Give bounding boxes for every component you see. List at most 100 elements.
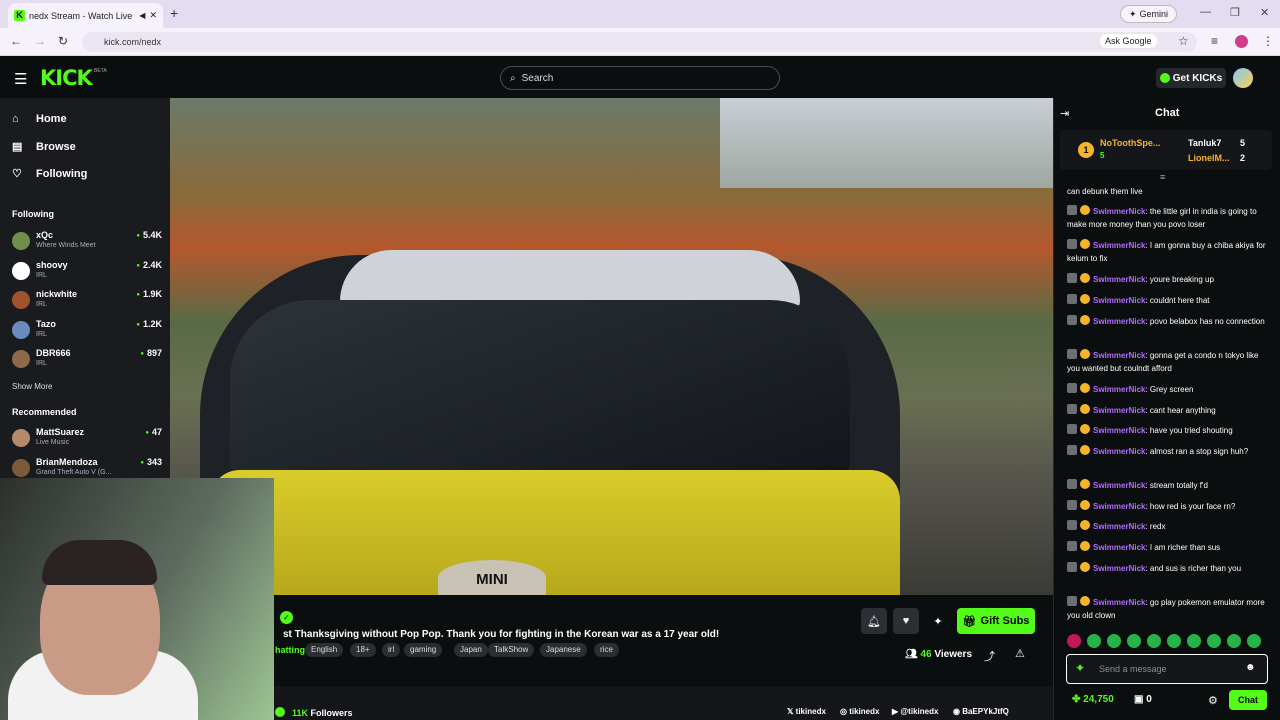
emote-icon[interactable] xyxy=(1187,634,1201,648)
emote-icon[interactable] xyxy=(1227,634,1241,648)
sidebar-channel-dbr666[interactable]: DBR666 IRL 897 xyxy=(12,348,162,376)
ask-google-button[interactable]: Ask Google xyxy=(1100,34,1157,48)
minimize-icon[interactable]: — xyxy=(1200,6,1211,18)
sidebar-channel-shoovy[interactable]: shoovyIRL 2.4K xyxy=(12,260,162,288)
search-input[interactable]: ⌕ Search xyxy=(500,66,780,90)
tag-chip[interactable]: TalkShow xyxy=(488,643,535,657)
gift-balance[interactable]: ▣ 0 xyxy=(1134,694,1152,705)
tag-chip[interactable]: 18+ xyxy=(350,643,376,657)
sidebar-item-browse[interactable]: ▤ Browse xyxy=(12,140,76,154)
back-icon[interactable]: ← xyxy=(10,34,22,48)
send-chat-button[interactable]: Chat xyxy=(1229,690,1267,710)
channel-category: IRL xyxy=(36,360,47,367)
bookmark-star-icon[interactable]: ☆ xyxy=(1178,34,1189,48)
close-window-icon[interactable]: ✕ xyxy=(1260,6,1269,19)
emote-icon[interactable] xyxy=(1207,634,1221,648)
leader-name[interactable]: LionelM... xyxy=(1188,153,1230,163)
gift-subs-button[interactable]: 🎁︎ Gift Subs xyxy=(957,608,1035,634)
new-tab-button[interactable]: + xyxy=(170,5,178,21)
tag-chip[interactable]: English xyxy=(305,643,344,657)
chat-username[interactable]: SwimmerNick xyxy=(1093,317,1145,326)
show-more-button[interactable]: Show More xyxy=(12,382,52,391)
notification-bell-icon[interactable]: 🔔︎ xyxy=(861,608,887,634)
category-link[interactable]: hatting xyxy=(275,645,305,655)
emote-icon[interactable] xyxy=(1167,634,1181,648)
chat-username[interactable]: SwimmerNick xyxy=(1093,598,1145,607)
url-bar[interactable]: kick.com/nedx xyxy=(82,32,1197,52)
channel-name: MattSuarez xyxy=(36,427,85,437)
social-youtube-link[interactable]: ▶ @tikinedx xyxy=(892,707,938,716)
viewer-count: 897 xyxy=(140,348,162,358)
chat-username[interactable]: SwimmerNick xyxy=(1093,502,1145,511)
browser-tab[interactable]: K nedx Stream - Watch Live o ◀ ✕ xyxy=(8,3,163,28)
chat-username[interactable]: SwimmerNick xyxy=(1093,564,1145,573)
emoji-icon[interactable]: ☻ xyxy=(1245,662,1256,673)
sparkle-icon[interactable]: ✦ xyxy=(925,608,951,634)
forward-icon[interactable]: → xyxy=(34,34,46,48)
tag-chip[interactable]: gaming xyxy=(404,643,443,657)
emote-icon[interactable] xyxy=(1107,634,1121,648)
media-control-icon[interactable]: ≡ xyxy=(1211,34,1218,48)
channel-category: IRL xyxy=(36,330,47,338)
browser-tab-strip xyxy=(0,0,1280,28)
avatar xyxy=(12,429,30,447)
sidebar-item-home[interactable]: ⌂ Home xyxy=(12,113,67,125)
chat-username[interactable]: SwimmerNick xyxy=(1093,207,1145,216)
chat-input[interactable] xyxy=(1066,654,1268,684)
social-x-link[interactable]: 𝕏 tikinedx xyxy=(787,707,826,716)
leader-name[interactable]: Tanluk7 xyxy=(1188,138,1221,148)
emote-icon[interactable] xyxy=(1067,634,1081,648)
audio-icon[interactable]: ◀ xyxy=(139,11,145,20)
share-icon[interactable]: ⤴ xyxy=(984,648,995,664)
report-icon[interactable]: ⚠ xyxy=(1015,647,1025,660)
chat-username[interactable]: SwimmerNick xyxy=(1093,406,1145,415)
chat-username[interactable]: SwimmerNick xyxy=(1093,385,1145,394)
social-instagram-link[interactable]: ◎ tikinedx xyxy=(840,707,879,716)
gear-icon[interactable]: ⚙ xyxy=(1208,694,1218,707)
leader-name[interactable]: NoToothSpe... xyxy=(1100,138,1160,148)
reload-icon[interactable]: ↻ xyxy=(58,34,68,48)
sidebar-channel-xqc[interactable]: xQc Where Winds Meet 5.4K xyxy=(12,230,162,258)
viewer-count: 47 xyxy=(145,427,162,437)
chat-username[interactable]: SwimmerNick xyxy=(1093,351,1145,360)
gemini-button[interactable]: ✦ Gemini xyxy=(1120,5,1178,23)
kicks-balance[interactable]: ✤ 24,750 xyxy=(1072,694,1114,705)
chat-username[interactable]: SwimmerNick xyxy=(1093,275,1145,284)
chat-username[interactable]: SwimmerNick xyxy=(1093,241,1145,250)
tag-chip[interactable]: Japanese xyxy=(540,643,587,657)
sidebar-item-following[interactable]: ♡ Following xyxy=(12,167,87,181)
emote-icon[interactable] xyxy=(1247,634,1261,648)
follow-heart-icon[interactable]: ♥ xyxy=(893,608,919,634)
emote-icon[interactable] xyxy=(1087,634,1101,648)
chat-username[interactable]: SwimmerNick xyxy=(1093,296,1145,305)
social-discord-link[interactable]: ◉ BaEPYkJtfQ xyxy=(953,707,1009,716)
maximize-icon[interactable]: ❐ xyxy=(1230,6,1240,19)
chat-username[interactable]: SwimmerNick xyxy=(1093,447,1145,456)
close-tab-icon[interactable]: ✕ xyxy=(149,10,157,21)
tag-chip[interactable]: Japan xyxy=(454,643,488,657)
collapse-chat-icon[interactable]: ⇥ xyxy=(1060,107,1069,120)
tag-chip[interactable]: rice xyxy=(594,643,619,657)
tag-chip[interactable]: irl xyxy=(382,643,401,657)
chat-username[interactable]: SwimmerNick xyxy=(1093,481,1145,490)
channel-category: Grand Theft Auto V (G... xyxy=(36,468,112,476)
sidebar-item-label: Browse xyxy=(36,140,76,153)
chat-username[interactable]: SwimmerNick xyxy=(1093,522,1145,531)
kicks-sparkle-icon[interactable]: ✦ xyxy=(1075,661,1085,675)
chat-username[interactable]: SwimmerNick xyxy=(1093,426,1145,435)
viewer-count: 343 xyxy=(140,457,162,467)
gemini-label: Gemini xyxy=(1139,9,1169,19)
hamburger-menu-icon[interactable]: ☰ xyxy=(14,70,27,88)
emote-icon[interactable] xyxy=(1147,634,1161,648)
chat-username[interactable]: SwimmerNick xyxy=(1093,543,1145,552)
kick-logo[interactable]: KICK xyxy=(40,66,93,90)
profile-avatar-icon[interactable] xyxy=(1235,35,1248,48)
sidebar-channel-tazo[interactable]: TazoIRL 1.2K xyxy=(12,319,162,347)
emote-icon[interactable] xyxy=(1127,634,1141,648)
expand-leaderboard-icon[interactable]: ≡ xyxy=(1160,172,1165,182)
browser-menu-icon[interactable]: ⋮ xyxy=(1262,34,1274,48)
sidebar-channel-nickwhite[interactable]: nickwhite IRL 1.9K xyxy=(12,289,162,317)
get-kicks-button[interactable]: Get KICKs xyxy=(1156,68,1226,88)
sidebar-channel-mattsuarez[interactable]: MattSuarez Live Music 47 xyxy=(12,427,162,455)
user-avatar[interactable] xyxy=(1233,68,1253,88)
